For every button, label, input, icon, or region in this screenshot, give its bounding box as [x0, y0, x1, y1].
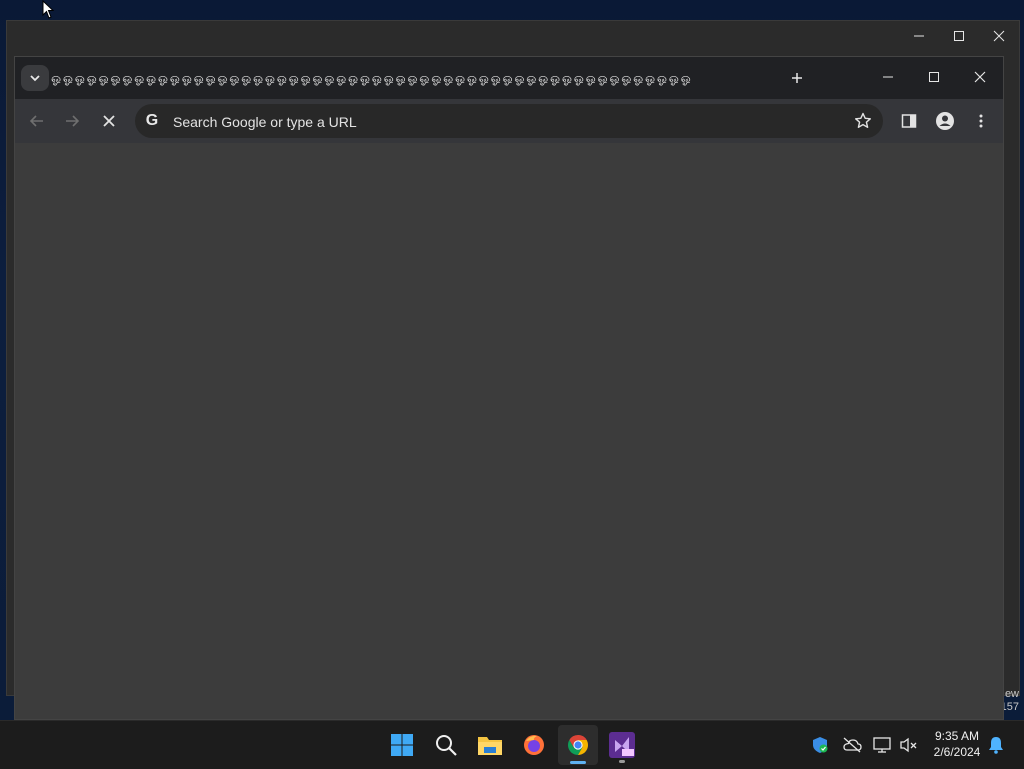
chrome-close-button[interactable] [957, 57, 1003, 97]
running-app-indicator [619, 760, 625, 763]
tab-strip: ஓ ஓ ஓ ஓ ஓ ஓ ஓ ஓ ஓ ஓ ஓ ஓ ஓ ஓ ஓ ஓ ஓ ஓ ஓ ஓ … [15, 57, 1003, 99]
plus-icon [792, 73, 802, 83]
profile-button[interactable] [931, 107, 959, 135]
security-shield-icon [813, 737, 828, 753]
file-explorer-button[interactable] [470, 725, 510, 765]
windows-security-tray-button[interactable] [810, 735, 830, 755]
page-content-area[interactable] [15, 143, 1003, 719]
network-tray-button[interactable] [873, 735, 893, 755]
google-g-icon: G [145, 112, 159, 129]
maximize-icon [954, 31, 964, 41]
stop-loading-button[interactable] [95, 107, 123, 135]
stop-x-icon [103, 115, 115, 127]
mouse-cursor-icon [42, 0, 55, 19]
chrome-taskbar-button[interactable] [558, 725, 598, 765]
notifications-button[interactable] [986, 735, 1006, 755]
chrome-minimize-button[interactable] [865, 57, 911, 97]
tab-search-button[interactable] [21, 65, 49, 91]
file-explorer-icon [478, 737, 502, 755]
chrome-icon [568, 735, 588, 755]
chrome-menu-button[interactable] [967, 107, 995, 135]
taskbar: 9:35 AM 2/6/2024 [0, 720, 1024, 769]
cloud-offline-icon [843, 737, 862, 753]
minimize-icon [914, 35, 924, 37]
back-button[interactable] [23, 107, 51, 135]
taskbar-search-button[interactable] [426, 725, 466, 765]
search-icon [436, 735, 457, 756]
taskbar-clock[interactable]: 9:35 AM 2/6/2024 [926, 728, 988, 760]
active-app-indicator [570, 761, 586, 764]
firefox-button[interactable] [514, 725, 554, 765]
windows-start-icon [391, 734, 413, 756]
new-tab-button[interactable] [783, 65, 811, 91]
background-window-controls [899, 21, 1019, 51]
start-button[interactable] [382, 725, 422, 765]
omnibox[interactable]: G [135, 104, 883, 140]
profile-avatar-icon [936, 112, 954, 130]
maximize-button[interactable] [939, 21, 979, 51]
volume-tray-button[interactable] [899, 735, 919, 755]
clock-time: 9:35 AM [934, 729, 980, 743]
back-arrow-icon [29, 115, 43, 127]
firefox-icon [524, 735, 544, 755]
clock-date: 2/6/2024 [933, 745, 981, 759]
visual-studio-button[interactable] [602, 725, 642, 765]
close-icon [974, 71, 986, 83]
minimize-button[interactable] [899, 21, 939, 51]
forward-arrow-icon [66, 115, 80, 127]
forward-button[interactable] [58, 107, 86, 135]
chevron-down-icon [30, 75, 40, 82]
close-icon [993, 30, 1005, 42]
chrome-window-controls [865, 57, 1003, 97]
omnibox-input[interactable] [171, 104, 825, 140]
kebab-menu-icon [979, 114, 983, 128]
visual-studio-preview-icon [609, 732, 635, 758]
network-monitor-icon [873, 737, 891, 753]
volume-muted-icon [900, 737, 917, 753]
side-panel-icon [901, 114, 917, 128]
minimize-icon [883, 76, 893, 78]
bookmark-star-icon[interactable] [853, 111, 873, 131]
close-button[interactable] [979, 21, 1019, 51]
browser-toolbar: G [15, 99, 1003, 143]
side-panel-button[interactable] [895, 107, 923, 135]
chrome-window: ஓ ஓ ஓ ஓ ஓ ஓ ஓ ஓ ஓ ஓ ஓ ஓ ஓ ஓ ஓ ஓ ஓ ஓ ஓ ஓ … [14, 56, 1004, 720]
maximize-icon [929, 72, 939, 82]
onedrive-tray-button[interactable] [842, 735, 862, 755]
bell-icon [989, 737, 1003, 754]
tabs-overflow-row[interactable]: ஓ ஓ ஓ ஓ ஓ ஓ ஓ ஓ ஓ ஓ ஓ ஓ ஓ ஓ ஓ ஓ ஓ ஓ ஓ ஓ … [51, 67, 755, 89]
chrome-maximize-button[interactable] [911, 57, 957, 97]
